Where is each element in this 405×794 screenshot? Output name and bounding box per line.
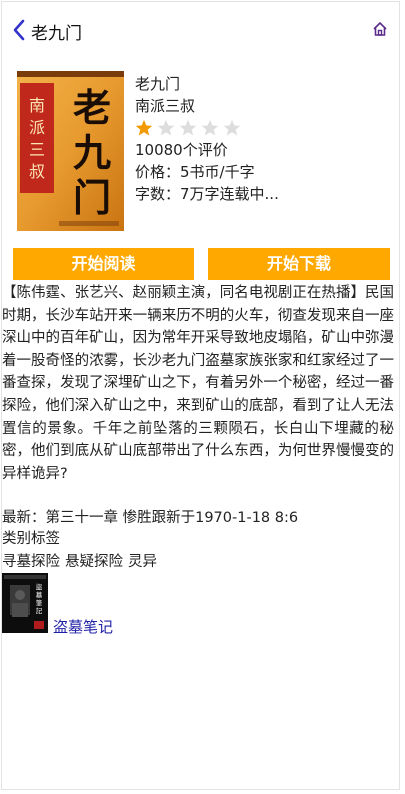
star-empty-icon — [223, 119, 241, 136]
cover-author-char: 南 — [29, 96, 45, 115]
related-book-link[interactable]: 盗墓笔记 — [53, 616, 113, 637]
star-empty-icon — [201, 119, 219, 136]
home-icon[interactable] — [372, 21, 388, 37]
cover-author-char: 叔 — [29, 162, 45, 181]
cover-title-char: 老 — [73, 85, 111, 130]
star-filled-icon — [135, 119, 153, 136]
start-reading-button[interactable]: 开始阅读 — [13, 248, 194, 280]
book-cover-image[interactable]: 南 派 三 叔 老 九 门 — [17, 71, 124, 231]
page-title: 老九门 — [31, 24, 82, 44]
top-bar: 老九门 — [2, 2, 399, 56]
start-download-button[interactable]: 开始下载 — [208, 248, 390, 280]
chevron-left-icon[interactable] — [12, 19, 26, 41]
tag-item[interactable]: 灵异 — [128, 552, 157, 572]
book-author[interactable]: 南派三叔 — [135, 95, 279, 117]
cover-title-char: 门 — [73, 175, 111, 220]
star-empty-icon — [157, 119, 175, 136]
book-title: 老九门 — [135, 75, 181, 93]
related-book-cover-image[interactable]: 盜 墓 筆 記 — [2, 573, 48, 633]
tag-list: 寻墓探险 悬疑探险 灵异 — [2, 552, 157, 572]
book-price: 价格：5书币/千字 — [135, 163, 255, 181]
book-info: 老九门 南派三叔 10080个评价 价格：5书币/千字 字数：7万字连载中... — [135, 73, 279, 205]
rating-stars — [135, 117, 279, 139]
review-count: 10080个评价 — [135, 141, 228, 159]
related-cover-char: 記 — [36, 606, 43, 615]
latest-chapter[interactable]: 最新：第三十一章 惨胜跟新于1970-1-18 8:6 — [2, 508, 298, 528]
cover-author-char: 三 — [29, 140, 45, 159]
book-word-count: 字数：7万字连载中... — [135, 185, 279, 203]
tag-item[interactable]: 悬疑探险 — [65, 552, 123, 572]
star-empty-icon — [179, 119, 197, 136]
cover-title-char: 九 — [73, 130, 111, 175]
tag-item[interactable]: 寻墓探险 — [2, 552, 60, 572]
related-cover-char: 筆 — [36, 598, 43, 607]
related-cover-char: 盜 — [36, 582, 43, 591]
page: 老九门 南 派 三 叔 老 九 门 老九门 南派三叔 10080个评价 价格：5… — [1, 1, 400, 790]
book-description: 【陈伟霆、张艺兴、赵丽颖主演，同名电视剧正在热播】民国时期，长沙车站开来一辆来历… — [2, 285, 394, 482]
cover-author-char: 派 — [29, 118, 45, 137]
tags-heading: 类别标签 — [2, 531, 60, 547]
related-cover-char: 墓 — [36, 590, 43, 599]
